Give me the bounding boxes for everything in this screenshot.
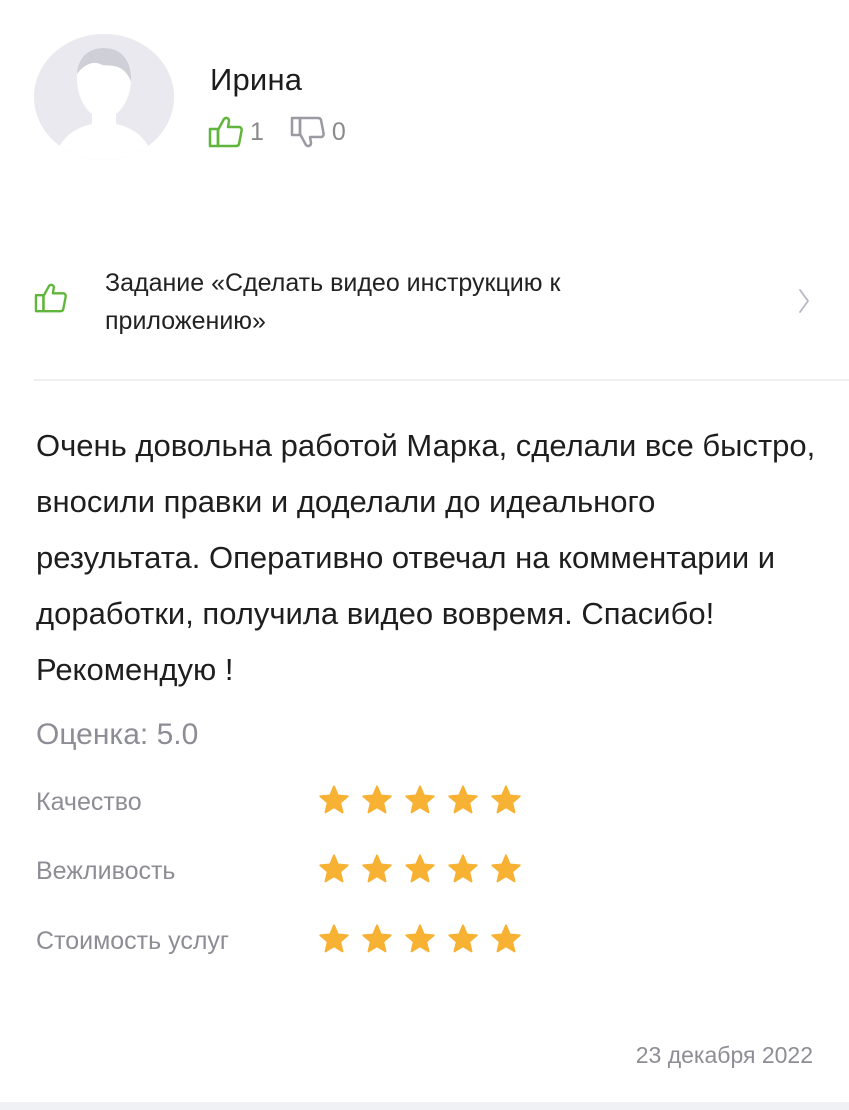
rating-row-quality: Качество bbox=[36, 782, 556, 822]
rating-label: Вежливость bbox=[36, 857, 176, 885]
review-card: Ирина 1 0 Задание «Сделать видео инструк… bbox=[0, 0, 849, 1110]
thumbs-up-icon bbox=[34, 283, 67, 313]
author-name: Ирина bbox=[210, 62, 303, 97]
star-icon bbox=[362, 854, 392, 883]
like-button[interactable]: 1 bbox=[208, 115, 264, 149]
avatar[interactable] bbox=[34, 34, 174, 160]
star-icon bbox=[448, 785, 478, 814]
card-bottom-edge bbox=[0, 1102, 849, 1110]
star-icon bbox=[319, 785, 349, 814]
star-icon bbox=[491, 924, 521, 953]
votes: 1 0 bbox=[208, 112, 346, 152]
star-icon bbox=[405, 924, 435, 953]
task-link[interactable]: Задание «Сделать видео инструкцию к прил… bbox=[0, 258, 849, 380]
star-icon bbox=[362, 924, 392, 953]
rating-row-politeness: Вежливость bbox=[36, 851, 556, 891]
dislike-count: 0 bbox=[331, 117, 346, 146]
rating-stars bbox=[318, 784, 522, 816]
rating-summary: Оценка: 5.0 bbox=[36, 718, 199, 751]
like-count: 1 bbox=[250, 117, 264, 146]
review-text: Очень довольна работой Марка, сделали вс… bbox=[36, 428, 816, 687]
star-icon bbox=[405, 785, 435, 814]
dislike-button[interactable]: 0 bbox=[290, 115, 346, 149]
star-icon bbox=[405, 854, 435, 883]
star-icon bbox=[362, 785, 392, 814]
star-icon bbox=[448, 854, 478, 883]
rating-stars bbox=[318, 923, 522, 955]
thumbs-up-icon bbox=[208, 116, 243, 148]
rating-label: Качество bbox=[36, 788, 142, 816]
star-icon bbox=[319, 924, 349, 953]
star-icon bbox=[491, 785, 521, 814]
thumbs-down-icon bbox=[290, 116, 325, 148]
star-icon bbox=[491, 854, 521, 883]
review-date: 23 декабря 2022 bbox=[635, 1042, 813, 1068]
user-silhouette-icon bbox=[34, 34, 174, 160]
star-icon bbox=[448, 924, 478, 953]
rating-row-price: Стоимость услуг bbox=[36, 921, 556, 961]
rating-label: Стоимость услуг bbox=[36, 927, 230, 955]
rating-stars bbox=[318, 853, 522, 885]
divider bbox=[34, 379, 849, 381]
task-title: Задание «Сделать видео инструкцию к прил… bbox=[105, 269, 561, 335]
star-icon bbox=[319, 854, 349, 883]
chevron-right-icon bbox=[799, 289, 809, 313]
